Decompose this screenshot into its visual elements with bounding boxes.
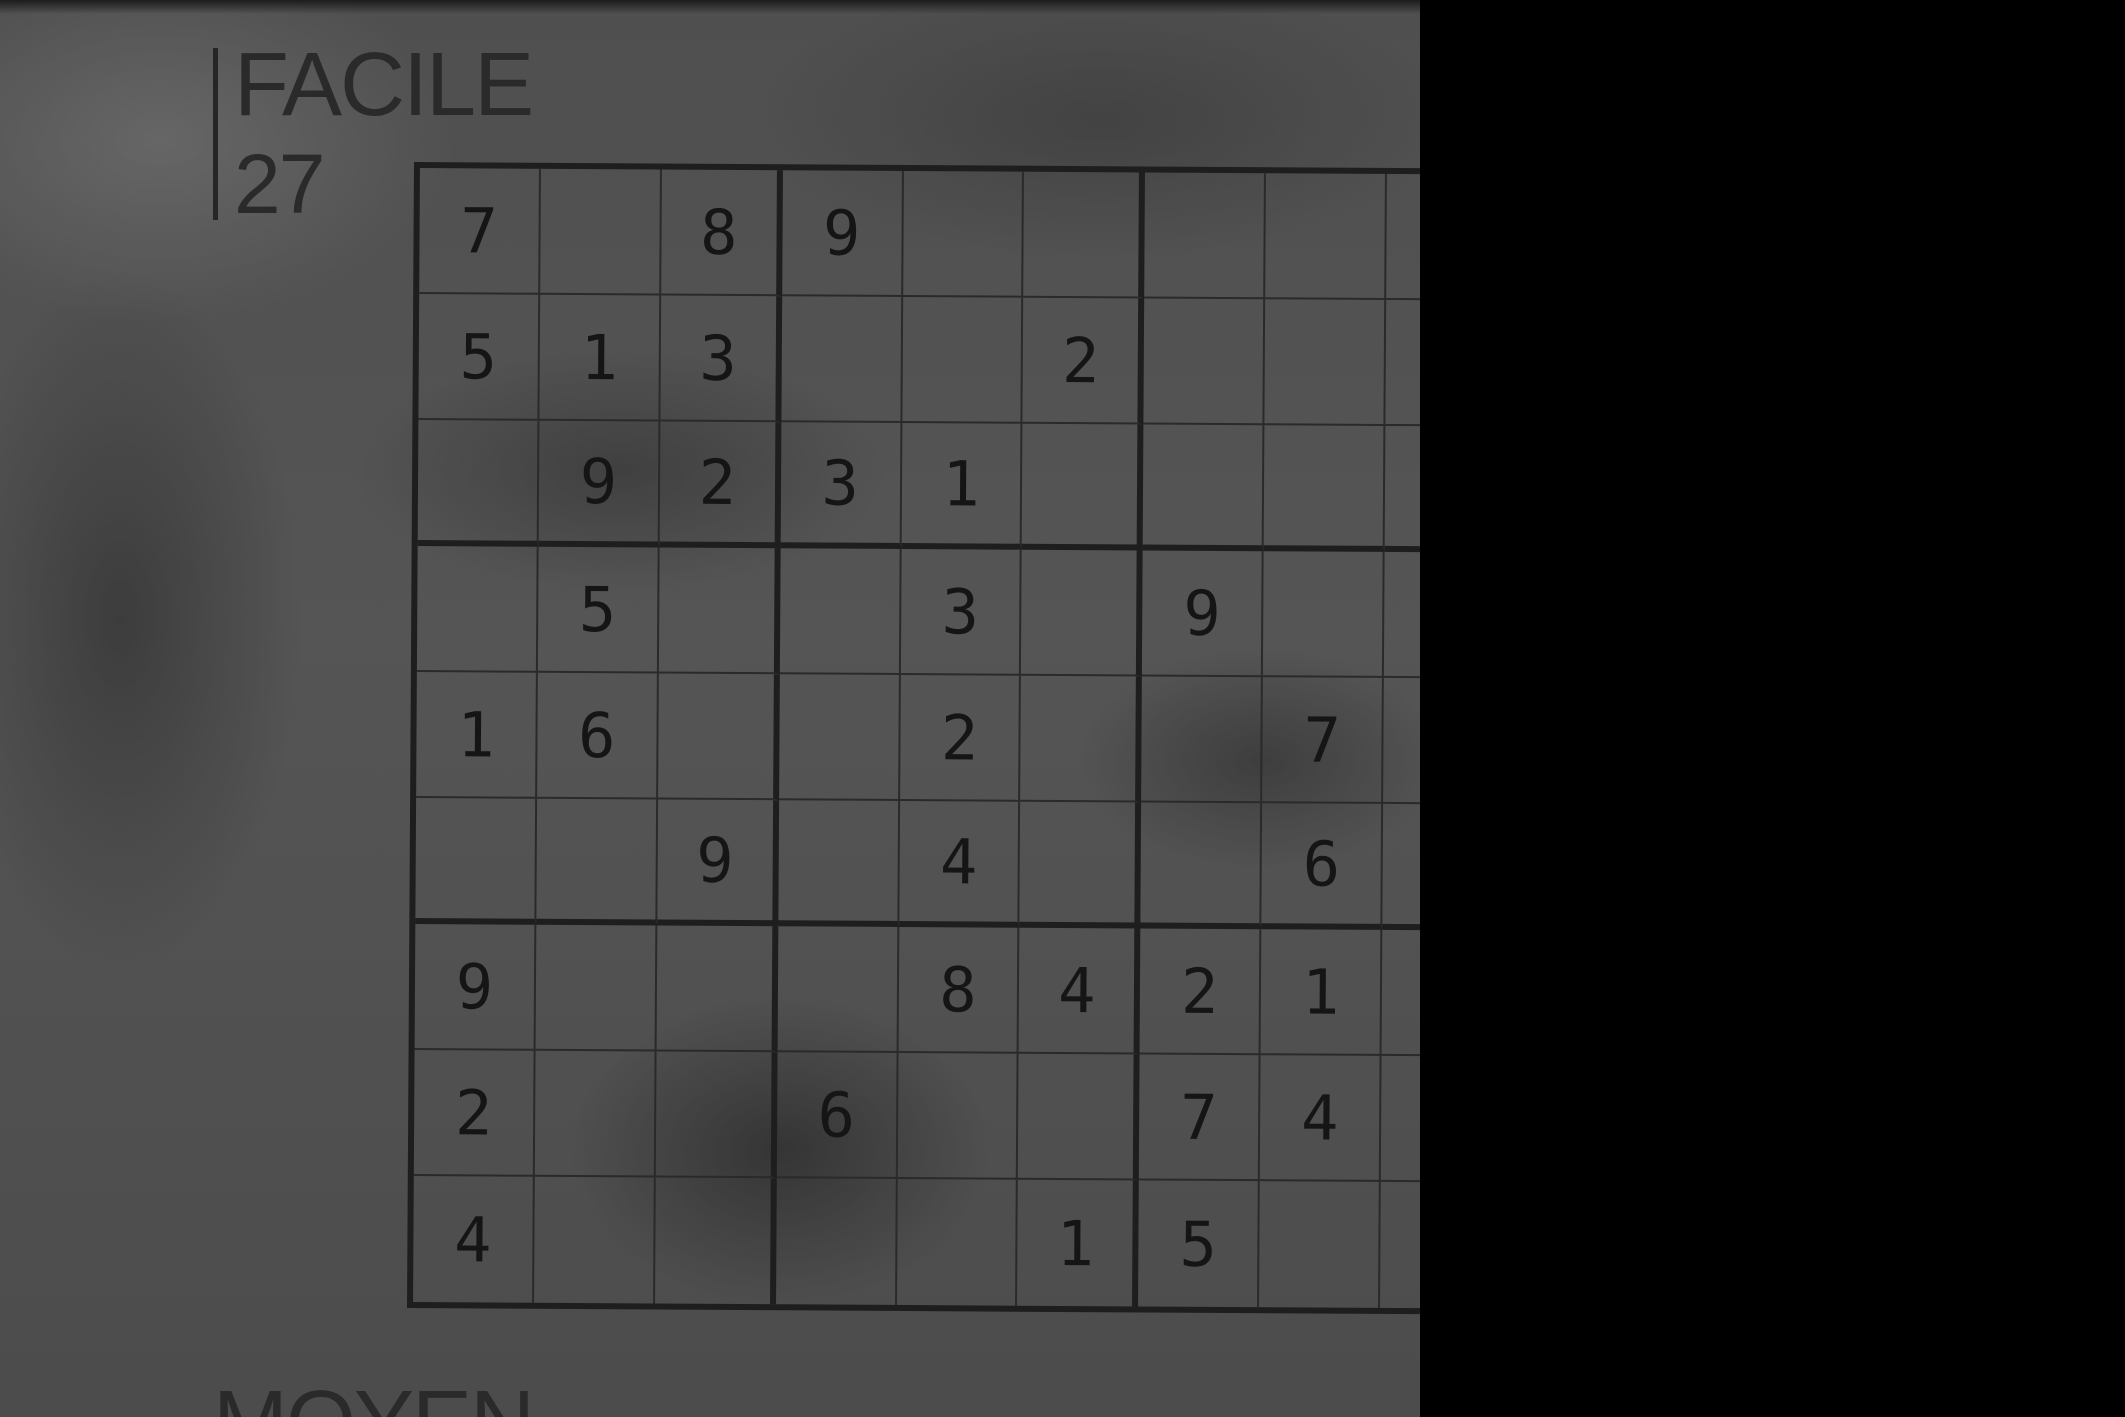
sudoku-cell-r3c1[interactable] <box>417 420 540 547</box>
sudoku-cell-r9c1[interactable]: 4 <box>413 1176 535 1303</box>
sudoku-cell-r4c9[interactable] <box>1383 551 1420 679</box>
sudoku-cell-r1c7[interactable] <box>1144 172 1267 300</box>
sudoku-cell-r9c6[interactable]: 1 <box>1017 1179 1140 1307</box>
sudoku-cell-r1c4[interactable]: 9 <box>781 170 904 297</box>
sudoku-cell-r2c6[interactable]: 2 <box>1022 297 1145 425</box>
sudoku-cell-r4c7[interactable]: 9 <box>1142 550 1264 678</box>
sudoku-cell-r1c8[interactable] <box>1265 173 1388 300</box>
sudoku-cell-r2c3[interactable]: 3 <box>660 295 782 423</box>
sudoku-cell-r9c4[interactable] <box>775 1178 898 1305</box>
sudoku-cell-r8c8[interactable]: 4 <box>1260 1055 1382 1182</box>
sudoku-cell-r6c1[interactable] <box>415 798 537 925</box>
sudoku-cell-r4c3[interactable] <box>658 547 781 675</box>
sudoku-cell-r8c1[interactable]: 2 <box>413 1050 536 1177</box>
sudoku-cell-r8c2[interactable] <box>534 1050 657 1178</box>
sudoku-cell-r9c2[interactable] <box>533 1176 656 1304</box>
sudoku-cell-r3c9[interactable] <box>1384 425 1420 553</box>
sudoku-cell-r2c1[interactable]: 5 <box>418 294 541 421</box>
sudoku-cell-r8c5[interactable] <box>897 1052 1020 1180</box>
sudoku-cell-r4c2[interactable]: 5 <box>537 546 660 674</box>
sudoku-cell-r7c4[interactable] <box>777 926 899 1053</box>
newspaper-page: FACILE 27 789513292315391627946984212674… <box>0 0 1420 1417</box>
sudoku-cell-r4c5[interactable]: 3 <box>900 548 1023 676</box>
page-top-edge <box>0 0 1420 14</box>
sudoku-cell-r5c5[interactable]: 2 <box>899 674 1022 802</box>
sudoku-cell-r1c5[interactable] <box>902 170 1025 298</box>
sudoku-cell-r4c6[interactable] <box>1021 549 1143 677</box>
sudoku-cell-r6c6[interactable] <box>1019 801 1142 929</box>
sudoku-cell-r3c8[interactable] <box>1263 425 1386 552</box>
sudoku-cell-r1c1[interactable]: 7 <box>419 168 541 295</box>
sudoku-cell-r6c3[interactable]: 9 <box>657 799 779 927</box>
sudoku-cell-r3c4[interactable]: 3 <box>780 422 902 549</box>
sudoku-cell-r9c5[interactable] <box>896 1178 1019 1306</box>
sudoku-cell-r5c3[interactable] <box>657 673 780 801</box>
next-difficulty-label: MOYEN <box>213 1378 535 1417</box>
sudoku-cell-r9c8[interactable] <box>1259 1181 1381 1308</box>
sudoku-cell-r2c9[interactable] <box>1385 299 1420 427</box>
sudoku-cell-r1c6[interactable] <box>1023 171 1146 299</box>
sudoku-cell-r8c7[interactable]: 7 <box>1139 1054 1261 1182</box>
sudoku-cell-r7c7[interactable]: 2 <box>1139 928 1262 1056</box>
sudoku-cell-r3c2[interactable]: 9 <box>538 420 661 548</box>
sudoku-cell-r6c4[interactable] <box>777 800 900 927</box>
sudoku-cell-r5c1[interactable]: 1 <box>416 672 538 799</box>
sudoku-cell-r5c2[interactable]: 6 <box>536 672 659 800</box>
sudoku-cell-r4c8[interactable] <box>1263 551 1385 678</box>
sudoku-cell-r6c7[interactable] <box>1140 802 1263 930</box>
sudoku-cell-r3c7[interactable] <box>1142 424 1265 552</box>
photo-canvas: FACILE 27 789513292315391627946984212674… <box>0 0 2125 1417</box>
sudoku-cell-r9c7[interactable]: 5 <box>1138 1180 1261 1308</box>
sudoku-cell-r5c4[interactable] <box>778 674 901 801</box>
sudoku-cell-r7c2[interactable] <box>535 924 658 1052</box>
sudoku-cell-r6c5[interactable]: 4 <box>898 800 1021 928</box>
sudoku-cell-r1c9[interactable] <box>1386 173 1420 301</box>
sudoku-cell-r2c7[interactable] <box>1143 298 1266 426</box>
sudoku-cell-r5c9[interactable] <box>1383 677 1420 805</box>
sudoku-cell-r7c5[interactable]: 8 <box>898 926 1020 1054</box>
sudoku-cell-r9c3[interactable] <box>654 1177 777 1305</box>
sudoku-cell-r4c4[interactable] <box>779 548 902 675</box>
sudoku-cell-r8c6[interactable] <box>1018 1053 1140 1181</box>
sudoku-grid: 789513292315391627946984212674415 <box>406 162 1420 1315</box>
sudoku-cell-r1c3[interactable]: 8 <box>660 169 783 297</box>
sudoku-cell-r2c2[interactable]: 1 <box>539 294 661 422</box>
sudoku-cell-r7c8[interactable]: 1 <box>1260 929 1383 1056</box>
sudoku-cell-r8c3[interactable] <box>655 1051 778 1179</box>
sudoku-cell-r2c4[interactable] <box>781 296 903 423</box>
sudoku-cell-r2c8[interactable] <box>1264 299 1387 426</box>
sudoku-cell-r9c9[interactable] <box>1380 1182 1420 1309</box>
sudoku-cell-r7c6[interactable]: 4 <box>1019 927 1141 1055</box>
sudoku-cell-r7c3[interactable] <box>656 925 778 1053</box>
sudoku-cell-r6c9[interactable] <box>1382 803 1420 931</box>
sudoku-cell-r5c8[interactable]: 7 <box>1262 677 1384 804</box>
sudoku-cell-r1c2[interactable] <box>540 168 662 296</box>
sudoku-cell-r5c7[interactable] <box>1141 676 1264 804</box>
section-marker-bar <box>213 48 218 220</box>
sudoku-cell-r8c4[interactable]: 6 <box>776 1052 899 1179</box>
sudoku-cell-r3c6[interactable] <box>1022 423 1144 551</box>
sudoku-cell-r5c6[interactable] <box>1020 675 1143 803</box>
difficulty-label: FACILE <box>234 35 534 135</box>
sudoku-cell-r2c5[interactable] <box>901 296 1024 424</box>
puzzle-number: 27 <box>234 137 325 231</box>
sudoku-cell-r7c1[interactable]: 9 <box>414 924 537 1051</box>
sudoku-cell-r4c1[interactable] <box>416 546 539 673</box>
sudoku-cell-r6c2[interactable] <box>536 798 658 926</box>
sudoku-cell-r3c5[interactable]: 1 <box>901 422 1023 550</box>
sudoku-cell-r8c9[interactable] <box>1380 1055 1420 1183</box>
sudoku-cell-r7c9[interactable] <box>1381 929 1420 1057</box>
sudoku-cell-r6c8[interactable]: 6 <box>1261 803 1384 930</box>
sudoku-cell-r3c3[interactable]: 2 <box>659 421 782 549</box>
